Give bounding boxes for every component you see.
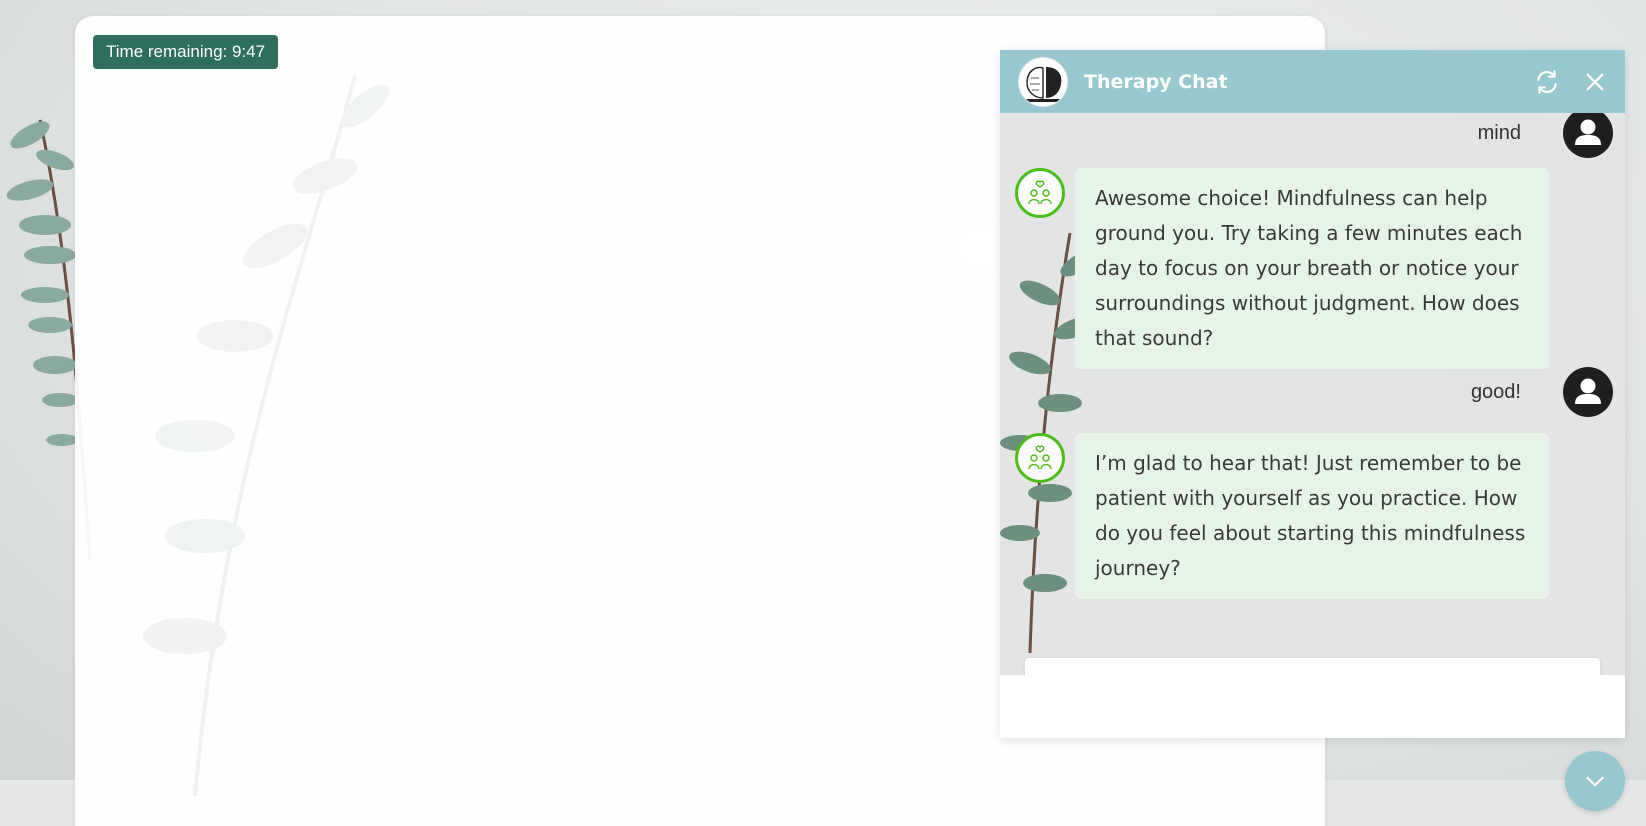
chat-widget: Therapy Chat mind Awesome choice! Mindfu…	[1000, 50, 1625, 738]
user-avatar	[1563, 367, 1613, 417]
bot-message: Awesome choice! Mindfulness can help gro…	[1075, 168, 1549, 369]
refresh-button[interactable]	[1529, 64, 1565, 100]
close-chat-button[interactable]	[1577, 64, 1613, 100]
therapist-group-icon	[1028, 445, 1052, 470]
chat-toggle-button[interactable]	[1565, 751, 1625, 811]
chevron-down-icon	[1586, 776, 1604, 787]
refresh-icon	[1537, 69, 1557, 94]
chat-title: Therapy Chat	[1084, 70, 1228, 93]
user-icon	[1575, 119, 1601, 145]
chat-messages-area[interactable]: mind Awesome choice! Mindfulness can hel…	[1000, 113, 1625, 738]
bot-avatar	[1015, 168, 1065, 218]
watermark-plant-image	[143, 75, 390, 797]
user-message: mind	[1457, 113, 1625, 159]
user-icon	[1575, 378, 1601, 404]
user-message-text: good!	[1450, 369, 1541, 415]
bot-avatar	[1015, 433, 1065, 483]
chat-header: Therapy Chat	[1000, 50, 1625, 113]
therapy-logo	[1018, 56, 1068, 107]
bot-message: I’m glad to hear that! Just remember to …	[1075, 433, 1549, 599]
close-icon	[1586, 73, 1604, 90]
user-message: good!	[1450, 366, 1625, 418]
user-avatar	[1563, 113, 1613, 158]
therapist-group-icon	[1028, 180, 1052, 205]
time-remaining-badge: Time remaining: 9:47	[93, 35, 279, 69]
page-background: Time remaining: 9:47 Therapy Chat mind A…	[0, 0, 1646, 826]
user-message-text: mind	[1457, 113, 1541, 156]
chat-footer	[1000, 675, 1625, 738]
